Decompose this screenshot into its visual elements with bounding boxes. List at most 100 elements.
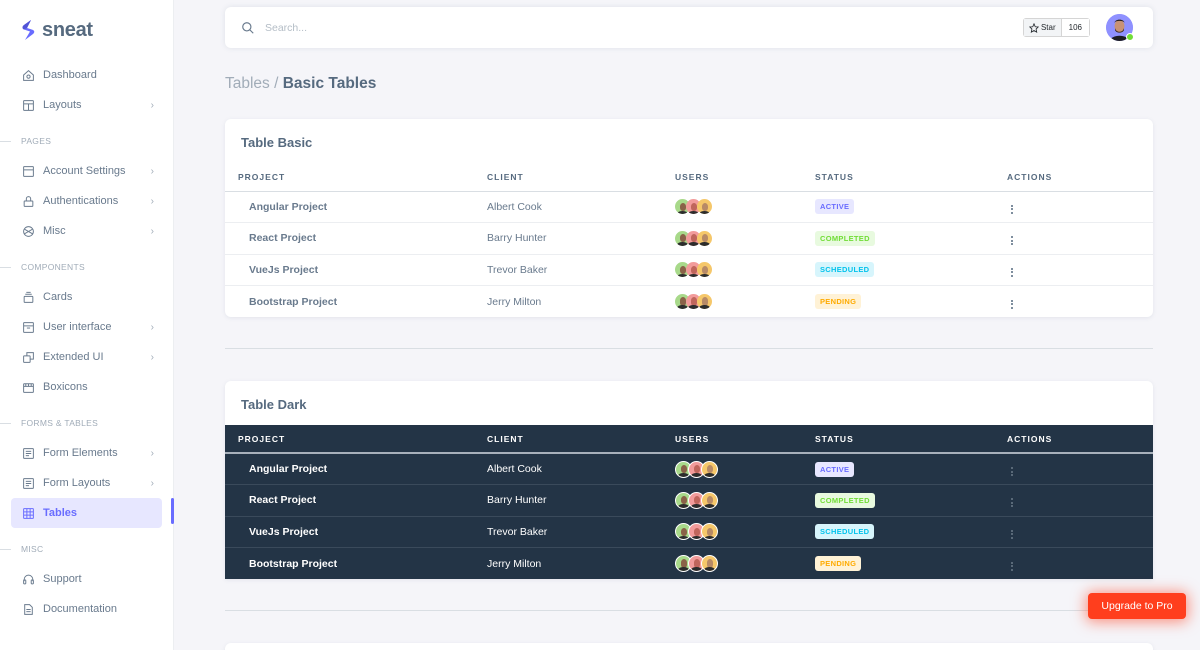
project-name: Bootstrap Project bbox=[249, 557, 338, 570]
search-icon[interactable] bbox=[241, 21, 255, 35]
sidebar-item-form-elements[interactable]: Form Elements › bbox=[11, 438, 162, 468]
more-vertical-icon[interactable] bbox=[1007, 560, 1017, 573]
more-vertical-icon[interactable] bbox=[1007, 465, 1017, 478]
project-name: VueJs Project bbox=[249, 263, 319, 276]
cube-icon bbox=[22, 225, 35, 238]
sidebar-item-label: Form Elements bbox=[43, 447, 118, 459]
menu-section-header: Pages bbox=[0, 126, 173, 156]
sidebar-item-account-settings[interactable]: Account Settings › bbox=[11, 156, 162, 186]
active-indicator bbox=[171, 498, 174, 524]
user-avatar-small[interactable] bbox=[701, 555, 718, 572]
user-avatar-small[interactable] bbox=[701, 460, 718, 478]
breadcrumb: Tables / Basic Tables bbox=[225, 75, 376, 93]
more-vertical-icon[interactable] bbox=[1007, 203, 1017, 216]
sidebar-item-dashboard[interactable]: Dashboard bbox=[11, 60, 162, 90]
layout-icon bbox=[22, 99, 35, 112]
page-title: Basic Tables bbox=[282, 75, 377, 92]
user-avatar-small[interactable] bbox=[697, 294, 712, 309]
actions-cell bbox=[1007, 516, 1153, 548]
user-avatar-small[interactable] bbox=[701, 523, 718, 541]
copy-icon bbox=[22, 351, 35, 364]
status-badge: Scheduled bbox=[815, 524, 875, 540]
more-vertical-icon[interactable] bbox=[1007, 266, 1017, 279]
status-cell: Scheduled bbox=[815, 254, 1007, 286]
table-icon bbox=[22, 507, 35, 520]
crown-icon bbox=[22, 381, 35, 394]
basic-table: Project Client Users Status Actions Angular … bbox=[225, 163, 1153, 317]
status-badge: Pending bbox=[815, 294, 862, 309]
sidebar-item-boxicons[interactable]: Boxicons bbox=[11, 372, 162, 402]
star-icon bbox=[1028, 22, 1039, 33]
column-header-users: Users bbox=[675, 433, 710, 444]
sidebar-item-misc[interactable]: Misc › bbox=[11, 216, 162, 246]
top-navbar: Star 106 bbox=[225, 7, 1153, 48]
user-avatar[interactable] bbox=[1106, 14, 1134, 41]
file-icon bbox=[22, 603, 35, 616]
card-title: Table Basic bbox=[241, 135, 313, 150]
chevron-right-icon: › bbox=[150, 195, 154, 207]
column-header-actions: Actions bbox=[1007, 171, 1053, 182]
github-star-count[interactable]: 106 bbox=[1061, 19, 1089, 36]
next-card bbox=[225, 643, 1153, 650]
sidebar-item-support[interactable]: Support bbox=[11, 564, 162, 594]
menu-section-header: Components bbox=[0, 252, 173, 282]
status-cell: Active bbox=[815, 453, 1007, 485]
sidebar-item-label: Misc bbox=[43, 225, 66, 237]
avatar-group bbox=[675, 523, 815, 541]
sidebar-item-tables[interactable]: Tables bbox=[11, 498, 174, 528]
dark-table: Project Client Users Status Actions Angular … bbox=[225, 425, 1153, 579]
more-vertical-icon[interactable] bbox=[1007, 298, 1017, 311]
user-avatar-small[interactable] bbox=[701, 491, 718, 509]
status-cell: Completed bbox=[815, 485, 1007, 517]
sidebar-item-label: Layouts bbox=[43, 99, 82, 111]
chevron-right-icon: › bbox=[150, 351, 154, 363]
avatar-group bbox=[675, 491, 815, 509]
upgrade-to-pro-button[interactable]: Upgrade to Pro bbox=[1088, 593, 1186, 619]
box-icon bbox=[22, 321, 35, 334]
user-avatar-small[interactable] bbox=[697, 262, 712, 278]
sidebar-item-label: Support bbox=[43, 573, 82, 585]
chevron-right-icon: › bbox=[150, 165, 154, 177]
home-icon bbox=[22, 69, 35, 82]
users-cell bbox=[675, 286, 815, 318]
sidebar-item-extended-ui[interactable]: Extended UI › bbox=[11, 342, 162, 372]
user-avatar-small[interactable] bbox=[697, 199, 712, 215]
table-row: React Project Barry Hunter Completed bbox=[225, 223, 1153, 254]
sidebar-item-form-layouts[interactable]: Form Layouts › bbox=[11, 468, 162, 498]
user-avatar-small[interactable] bbox=[697, 230, 712, 246]
table-row: Angular Project Albert Cook Active bbox=[225, 191, 1153, 223]
users-cell bbox=[675, 516, 815, 548]
users-cell bbox=[675, 453, 815, 485]
status-cell: Active bbox=[815, 191, 1007, 223]
more-vertical-icon[interactable] bbox=[1007, 528, 1017, 541]
sidebar-item-user-interface[interactable]: User interface › bbox=[11, 312, 162, 342]
support-icon bbox=[22, 573, 35, 586]
chevron-right-icon: › bbox=[150, 99, 154, 111]
client-name: Trevor Baker bbox=[487, 263, 548, 276]
sidebar-item-authentications[interactable]: Authentications › bbox=[11, 186, 162, 216]
github-star-button[interactable]: Star bbox=[1023, 19, 1062, 36]
table-row: Bootstrap Project Jerry Milton Pending bbox=[225, 548, 1153, 580]
more-vertical-icon[interactable] bbox=[1007, 234, 1017, 247]
actions-cell bbox=[1007, 548, 1153, 580]
breadcrumb-parent[interactable]: Tables / bbox=[225, 75, 278, 92]
more-vertical-icon[interactable] bbox=[1007, 496, 1017, 509]
actions-cell bbox=[1007, 286, 1153, 318]
section-divider bbox=[225, 610, 1153, 611]
sidebar-item-layouts[interactable]: Layouts › bbox=[11, 90, 162, 120]
table-row: Angular Project Albert Cook Active bbox=[225, 453, 1153, 485]
search-input[interactable] bbox=[265, 21, 1023, 34]
table-row: VueJs Project Trevor Baker Scheduled bbox=[225, 516, 1153, 548]
status-badge: Completed bbox=[815, 230, 875, 246]
menu-section-header: Misc bbox=[0, 534, 173, 564]
sidebar-item-cards[interactable]: Cards bbox=[11, 282, 162, 312]
column-header-status: Status bbox=[815, 433, 854, 444]
table-row: Bootstrap Project Jerry Milton Pending bbox=[225, 286, 1153, 318]
brand[interactable]: sneat bbox=[0, 0, 173, 60]
project-name: Angular Project bbox=[249, 200, 328, 213]
users-cell bbox=[675, 254, 815, 286]
sidebar-item-documentation[interactable]: Documentation bbox=[11, 594, 162, 624]
dock-top-icon bbox=[22, 165, 35, 178]
chevron-right-icon: › bbox=[150, 225, 154, 237]
column-header-status: Status bbox=[815, 171, 854, 182]
